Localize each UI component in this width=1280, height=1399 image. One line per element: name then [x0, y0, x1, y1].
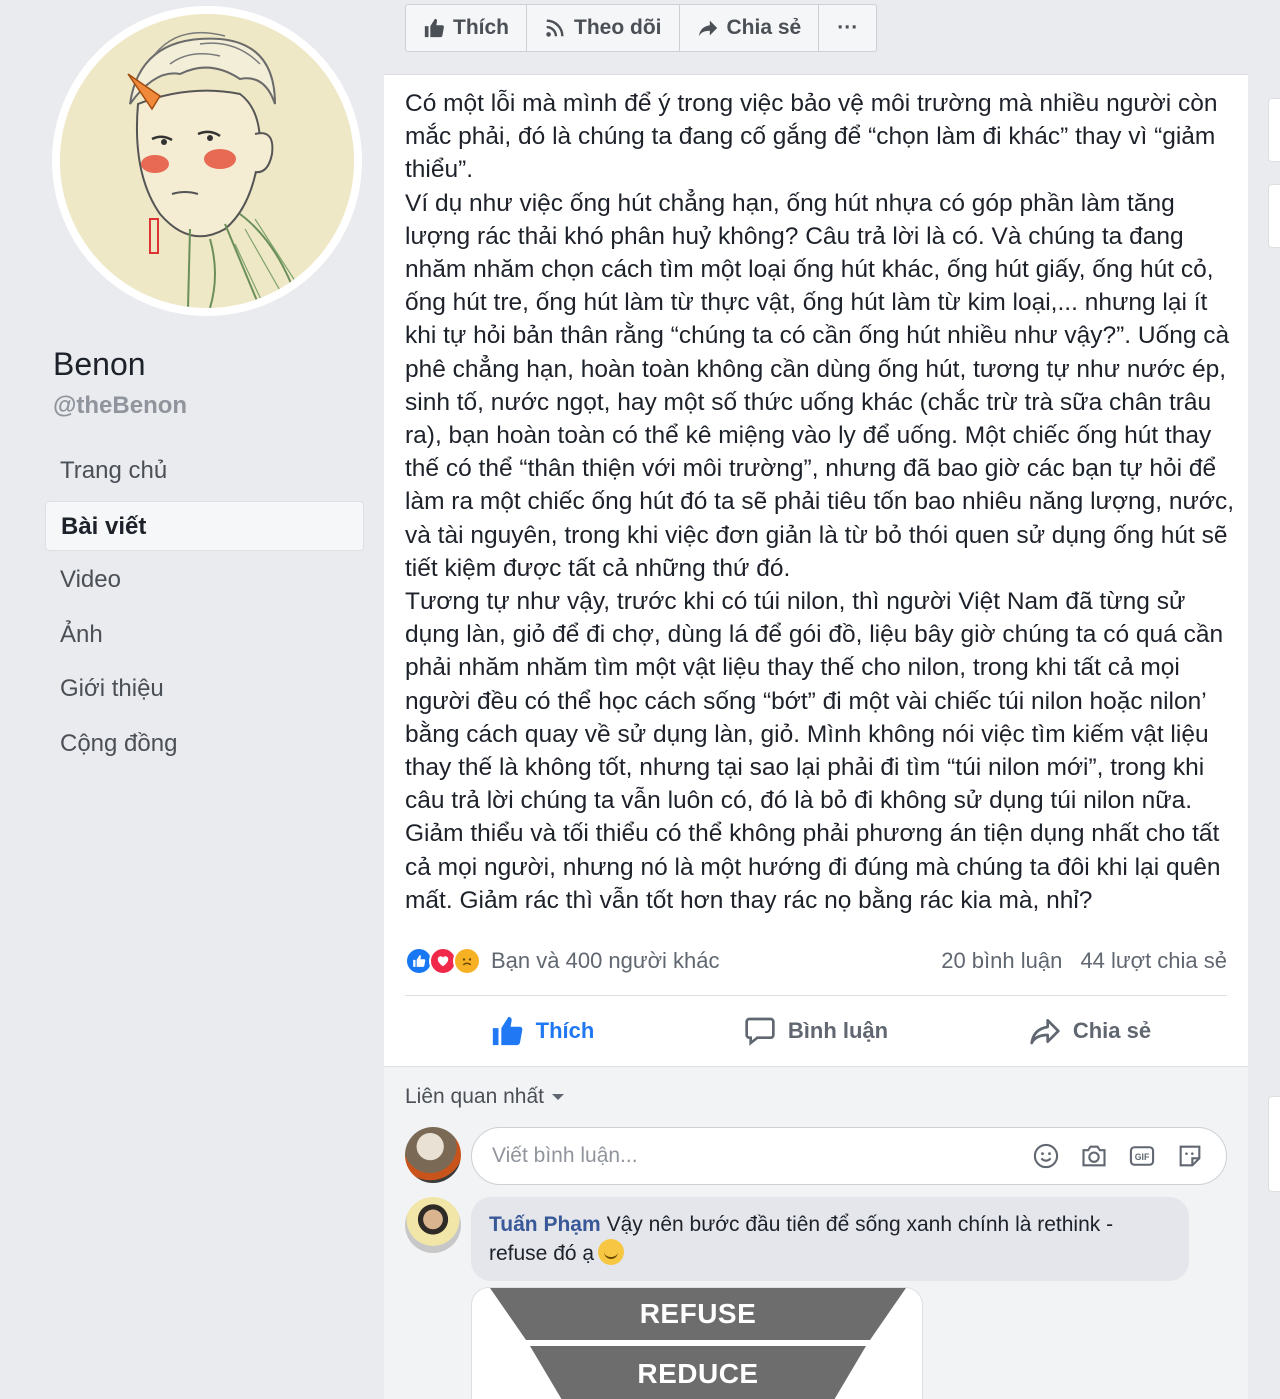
comment-image[interactable]: REFUSE REDUCE	[471, 1287, 923, 1399]
svg-text:GIF: GIF	[1135, 1152, 1150, 1162]
post-share-label: Chia sẻ	[1072, 1018, 1152, 1043]
caret-down-icon	[551, 1094, 564, 1100]
page-share-button[interactable]: Chia sẻ	[680, 5, 820, 51]
page-like-button[interactable]: Thích	[406, 5, 527, 51]
post-actions: Thích Bình luận Chia sẻ	[405, 999, 1227, 1063]
composer-tools: GIF	[1032, 1142, 1204, 1170]
page-like-label: Thích	[453, 16, 509, 39]
shares-count[interactable]: 44 lượt chia sẻ	[1080, 948, 1227, 973]
page-sidebar: Benon @theBenon Trang chủ Bài viết Video…	[0, 0, 384, 1399]
comment-composer: GIF	[471, 1127, 1227, 1185]
reaction-icons	[405, 947, 481, 975]
sticker-icon[interactable]	[1176, 1142, 1204, 1170]
rss-icon	[546, 19, 564, 37]
right-column-card	[1268, 184, 1280, 248]
nav-item-posts[interactable]: Bài viết	[45, 500, 364, 551]
post-like-label: Thích	[535, 1018, 595, 1043]
smile-emoji-icon	[598, 1239, 625, 1265]
page-nav: Trang chủ Bài viết Video Ảnh Giới thiệu …	[45, 446, 364, 774]
comment-bubble: Tuấn Phạm Vậy nên bước đầu tiên để sống x…	[471, 1197, 1189, 1281]
page-handle[interactable]: @theBenon	[53, 392, 187, 420]
nav-item-home[interactable]: Trang chủ	[45, 446, 364, 496]
page-follow-button[interactable]: Theo dõi	[527, 5, 680, 51]
page-follow-label: Theo dõi	[574, 16, 662, 39]
post-share-button[interactable]: Chia sẻ	[953, 999, 1227, 1063]
ellipsis-icon: ···	[837, 16, 859, 39]
sad-icon	[453, 947, 481, 975]
post-body: Có một lỗi mà mình để ý trong việc bảo v…	[405, 90, 1235, 914]
current-user-avatar[interactable]	[405, 1127, 461, 1183]
right-column-card	[1268, 1096, 1280, 1192]
reactions-text: Bạn và 400 người khác	[491, 948, 720, 973]
commenter-avatar[interactable]	[405, 1197, 461, 1253]
comment-sort-label: Liên quan nhất	[405, 1085, 544, 1108]
reactions-summary[interactable]: Bạn và 400 người khác	[405, 947, 720, 975]
share-arrow-icon	[698, 20, 717, 37]
gif-icon[interactable]: GIF	[1128, 1142, 1156, 1170]
nav-item-about[interactable]: Giới thiệu	[45, 664, 364, 714]
funnel-label-refuse: REFUSE	[639, 1298, 757, 1329]
thumbs-up-icon	[492, 1016, 522, 1046]
nav-item-video[interactable]: Video	[45, 555, 364, 605]
post-like-button[interactable]: Thích	[405, 999, 679, 1063]
comments-count[interactable]: 20 bình luận	[941, 948, 1062, 973]
funnel-label-reduce: REDUCE	[637, 1358, 759, 1389]
more-options-button[interactable]: ···	[819, 5, 876, 51]
page-name[interactable]: Benon	[53, 346, 146, 383]
page-profile-picture[interactable]	[52, 6, 362, 316]
comments-section: Liên quan nhất GIF Tuấn PhạmVậy nên bước…	[384, 1066, 1248, 1399]
comment-author[interactable]: Tuấn Phạm	[489, 1213, 601, 1236]
thumbs-up-icon	[424, 18, 444, 38]
page-share-label: Chia sẻ	[726, 16, 802, 39]
share-arrow-icon	[1030, 1019, 1060, 1045]
post-comment-label: Bình luận	[787, 1018, 889, 1043]
post-comment-button[interactable]: Bình luận	[679, 999, 953, 1063]
camera-icon[interactable]	[1080, 1142, 1108, 1170]
boy-illustration-icon	[60, 14, 354, 308]
avatar-illustration	[60, 14, 354, 308]
reactions-bar: Bạn và 400 người khác 20 bình luận 44 lư…	[405, 943, 1227, 979]
comment-bubble-icon	[745, 1017, 775, 1046]
nav-item-photos[interactable]: Ảnh	[45, 610, 364, 660]
divider	[405, 995, 1227, 996]
engagement-counts: 20 bình luận 44 lượt chia sẻ	[929, 948, 1227, 974]
page-action-bar: Thích Theo dõi Chia sẻ ···	[405, 4, 878, 52]
right-column-card	[1268, 98, 1280, 162]
post-card: Có một lỗi mà mình để ý trong việc bảo v…	[384, 74, 1248, 1066]
comment-sort-dropdown[interactable]: Liên quan nhất	[405, 1085, 564, 1109]
nav-item-community[interactable]: Cộng đồng	[45, 719, 364, 769]
comment-input[interactable]	[492, 1128, 1012, 1184]
emoji-icon[interactable]	[1032, 1142, 1060, 1170]
